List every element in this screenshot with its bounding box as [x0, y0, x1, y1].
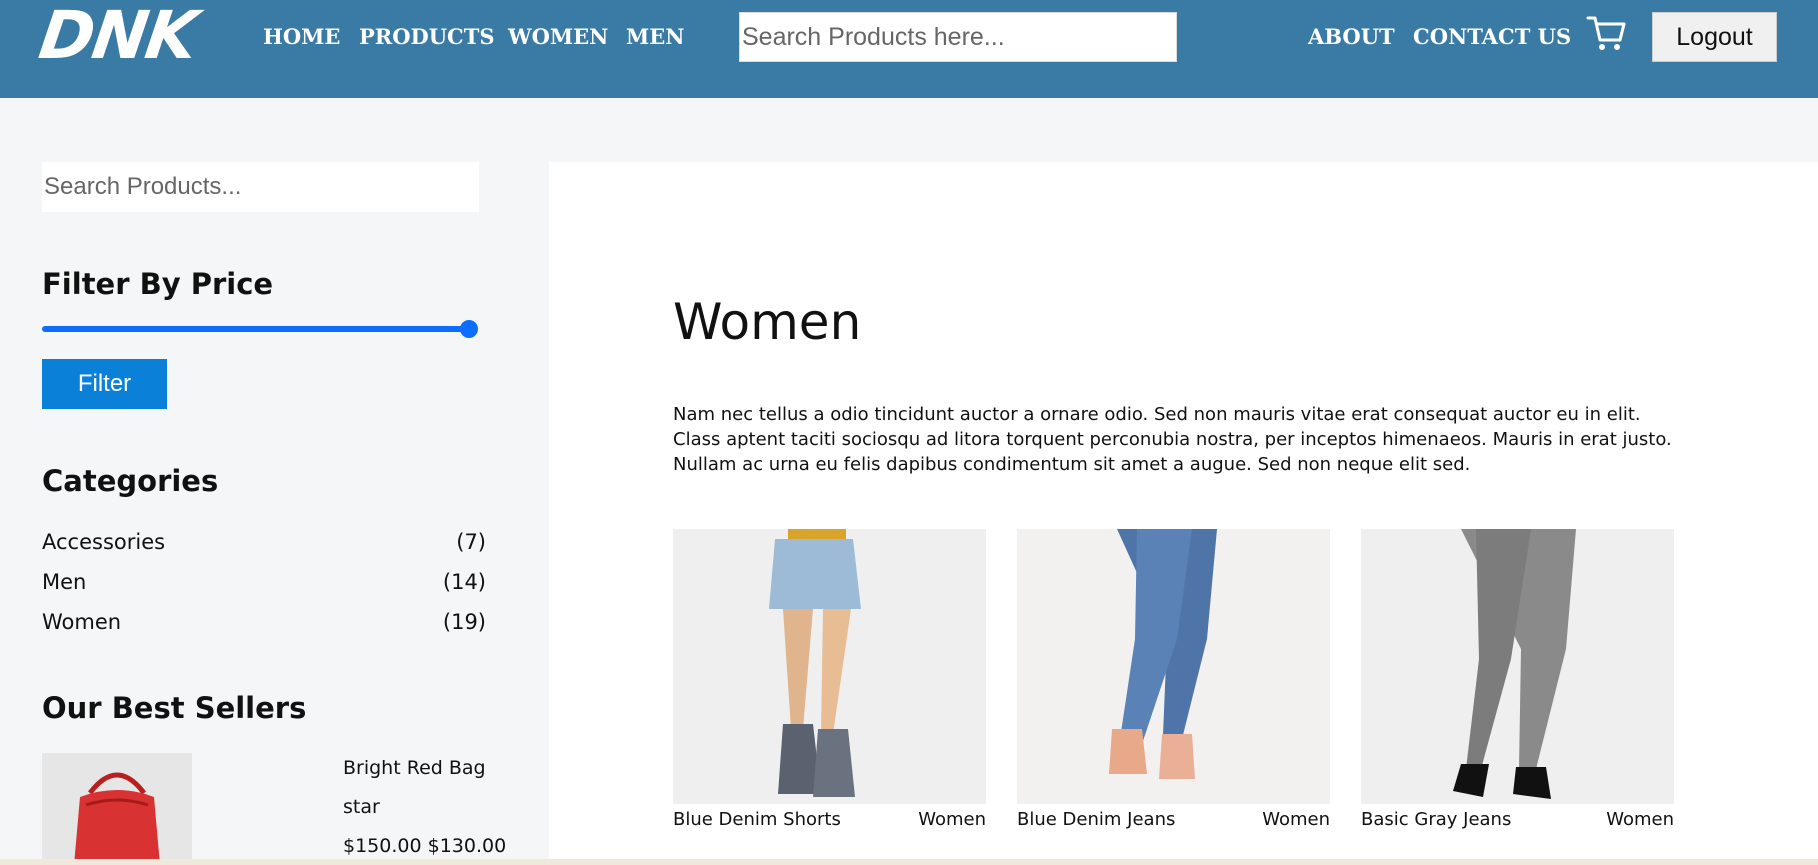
product-category[interactable]: Women	[1262, 807, 1330, 833]
price-slider-track[interactable]	[42, 326, 470, 332]
bottom-strip	[0, 859, 1818, 865]
product-category[interactable]: Women	[918, 807, 986, 833]
category-count: (19)	[442, 610, 486, 634]
denim-jeans-image	[1017, 529, 1330, 804]
header-search-input[interactable]	[739, 12, 1177, 62]
page-description: Nam nec tellus a odio tincidunt auctor a…	[673, 404, 1672, 475]
category-name[interactable]: Men	[42, 570, 86, 594]
page-title: Women	[673, 293, 862, 351]
best-seller-name[interactable]: Bright Red Bag	[343, 755, 486, 781]
nav-contact-us[interactable]: CONTACT US	[1413, 22, 1571, 52]
best-sellers-heading: Our Best Sellers	[42, 691, 307, 725]
product-image[interactable]	[1361, 529, 1674, 804]
main-content: Women Nam nec tellus a odio tincidunt au…	[549, 162, 1818, 865]
category-count: (14)	[442, 570, 486, 594]
product-name[interactable]: Basic Gray Jeans	[1361, 807, 1511, 833]
logout-button[interactable]: Logout	[1652, 12, 1777, 62]
category-count: (7)	[456, 530, 486, 554]
nav-women[interactable]: WOMEN	[508, 22, 608, 52]
product-image[interactable]	[1017, 529, 1330, 804]
nav-products[interactable]: PRODUCTS	[359, 22, 495, 52]
product-name[interactable]: Blue Denim Jeans	[1017, 807, 1175, 833]
category-item-men[interactable]: Men (14)	[42, 567, 486, 597]
category-item-accessories[interactable]: Accessories (7)	[42, 527, 486, 557]
category-name[interactable]: Women	[42, 610, 121, 634]
best-seller-price: $150.00 $130.00	[343, 835, 507, 857]
nav-about[interactable]: ABOUT	[1308, 22, 1395, 52]
best-seller-image[interactable]	[42, 753, 192, 865]
nav-home[interactable]: HOME	[263, 22, 340, 52]
filter-by-price-heading: Filter By Price	[42, 267, 274, 301]
best-seller-rating: star	[343, 796, 380, 818]
price-slider-handle[interactable]	[460, 320, 478, 338]
category-item-women[interactable]: Women (19)	[42, 607, 486, 637]
denim-shorts-image	[673, 529, 986, 804]
nav-men[interactable]: MEN	[626, 22, 684, 52]
category-name[interactable]: Accessories	[42, 530, 165, 554]
product-image[interactable]	[673, 529, 986, 804]
filter-button[interactable]: Filter	[42, 359, 167, 409]
sidebar-search-input[interactable]	[42, 162, 479, 212]
cart-icon[interactable]	[1586, 14, 1626, 52]
product-name[interactable]: Blue Denim Shorts	[673, 807, 841, 833]
product-category[interactable]: Women	[1606, 807, 1674, 833]
site-logo[interactable]: DNK	[35, 0, 201, 74]
categories-heading: Categories	[42, 464, 219, 498]
product-card[interactable]: Blue Denim Shorts Women	[673, 529, 986, 865]
red-bag-image	[42, 753, 192, 865]
product-card[interactable]: Basic Gray Jeans Women	[1361, 529, 1674, 865]
product-card[interactable]: Blue Denim Jeans Women	[1017, 529, 1330, 865]
gray-jeans-image	[1361, 529, 1674, 804]
site-header: DNK HOME PRODUCTS WOMEN MEN ABOUT CONTAC…	[0, 0, 1818, 98]
